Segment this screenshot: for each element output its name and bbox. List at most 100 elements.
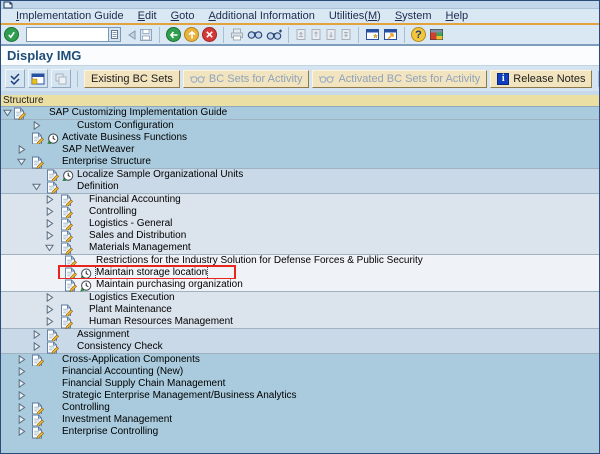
tree-item-label[interactable]: Financial Accounting (89, 194, 181, 206)
last-page-icon[interactable] (340, 28, 352, 41)
tree-row[interactable]: Materials Management (1, 242, 599, 254)
tree-row[interactable]: Enterprise Structure (1, 156, 599, 168)
tree-item-label[interactable]: Investment Management (62, 414, 172, 426)
tree-item-label[interactable]: Strategic Enterprise Management/Business… (62, 390, 297, 402)
tree-item-label[interactable]: Controlling (62, 402, 110, 414)
tree-row[interactable]: Localize Sample Organizational Units (1, 169, 599, 181)
tree-display-icon[interactable] (28, 69, 48, 88)
tree-row[interactable]: Cross-Application Components (1, 354, 599, 366)
tree-item-label[interactable]: SAP Customizing Implementation Guide (49, 107, 227, 119)
tree-item-label[interactable]: Enterprise Structure (62, 156, 151, 168)
find-icon[interactable] (247, 29, 263, 40)
menu-additional-information[interactable]: Additional Information (201, 9, 321, 23)
tree-item-label[interactable]: Maintain storage location (96, 267, 207, 279)
command-input[interactable] (26, 27, 108, 42)
find-next-icon[interactable] (266, 29, 282, 41)
tree-row[interactable]: Controlling (1, 206, 599, 218)
tree-row[interactable]: Consistency Check (1, 341, 599, 353)
tree-row[interactable]: Definition (1, 181, 599, 193)
tree-row[interactable]: Financial Accounting (New) (1, 366, 599, 378)
window-title-strip (1, 1, 599, 9)
button-label: Existing BC Sets (91, 73, 173, 85)
tree-item-label[interactable]: Financial Accounting (New) (62, 366, 183, 378)
menu-system[interactable]: System (388, 9, 439, 23)
menu-implementation-guide[interactable]: Implementation Guide (9, 9, 131, 23)
menu-edit[interactable]: Edit (131, 9, 164, 23)
twisty-closed-icon[interactable] (17, 427, 26, 440)
tree-item-label[interactable]: Plant Maintenance (89, 304, 172, 316)
cancel-icon[interactable] (202, 27, 217, 42)
tree-row[interactable]: Financial Accounting (1, 194, 599, 206)
new-session-icon[interactable] (365, 28, 380, 41)
bc-sets-for-activity-button[interactable]: BC Sets for Activity (183, 70, 310, 88)
tree-row[interactable]: SAP Customizing Implementation Guide (1, 107, 599, 119)
tree-row[interactable]: Restrictions for the Industry Solution f… (1, 255, 599, 267)
separator (288, 27, 289, 43)
first-page-icon[interactable] (295, 28, 307, 41)
tree-item-label[interactable]: Controlling (89, 206, 137, 218)
customize-layout-icon[interactable] (429, 28, 444, 41)
tree-item-label[interactable]: Financial Supply Chain Management (62, 378, 225, 390)
tree-item-label[interactable]: Sales and Distribution (89, 230, 186, 242)
tree-item-label[interactable]: Consistency Check (77, 341, 163, 353)
tree-item-label[interactable]: Custom Configuration (77, 120, 174, 132)
window-control-icon[interactable] (3, 1, 13, 9)
tree-item-label[interactable]: Activate Business Functions (62, 132, 187, 144)
tree-row[interactable]: SAP NetWeaver (1, 144, 599, 156)
existing-bc-sets-button[interactable]: Existing BC Sets (84, 70, 180, 88)
help-icon[interactable]: ? (411, 27, 426, 42)
page-title: Display IMG (7, 48, 81, 63)
tree-row[interactable]: Controlling (1, 402, 599, 414)
tree-item-label[interactable]: Logistics - General (89, 218, 172, 230)
menu-goto[interactable]: Goto (164, 9, 202, 23)
tree-item-label[interactable]: Human Resources Management (89, 316, 233, 328)
tree-item-label[interactable]: Restrictions for the Industry Solution f… (96, 255, 423, 267)
tree-row[interactable]: Investment Management (1, 414, 599, 426)
tree-row[interactable]: Sales and Distribution (1, 230, 599, 242)
separator (598, 71, 599, 87)
exit-icon[interactable] (184, 27, 199, 42)
application-toolbar: Existing BC Sets BC Sets for Activity Ac… (1, 65, 599, 91)
tree-row[interactable]: Financial Supply Chain Management (1, 378, 599, 390)
tree-row[interactable]: Custom Configuration (1, 120, 599, 132)
tree-row[interactable]: Logistics - General (1, 218, 599, 230)
print-icon[interactable] (230, 28, 244, 41)
double-check-icon[interactable] (5, 69, 25, 88)
tree-row[interactable]: Human Resources Management (1, 316, 599, 328)
tree-row[interactable]: Logistics Execution (1, 292, 599, 304)
tree-row[interactable]: Activate Business Functions (1, 132, 599, 144)
enter-icon[interactable] (4, 27, 19, 42)
tree-row[interactable]: Maintain purchasing organization (1, 279, 599, 291)
tree-item-label[interactable]: SAP NetWeaver (62, 144, 134, 156)
back-icon[interactable] (166, 27, 181, 42)
menu-help[interactable]: Help (439, 9, 476, 23)
standard-toolbar: ? (1, 25, 599, 46)
release-notes-button[interactable]: i Release Notes (490, 70, 592, 88)
tree-row[interactable]: Maintain storage location (1, 267, 599, 279)
separator (404, 27, 405, 43)
save-icon[interactable] (139, 28, 153, 42)
tree-row[interactable]: Plant Maintenance (1, 304, 599, 316)
tree-item-label[interactable]: Cross-Application Components (62, 354, 200, 366)
command-dropdown-icon[interactable] (108, 27, 121, 42)
activated-bc-sets-for-activity-button[interactable]: Activated BC Sets for Activity (312, 70, 487, 88)
separator (358, 27, 359, 43)
create-shortcut-icon[interactable] (383, 28, 398, 41)
img-doc-icon[interactable] (31, 426, 44, 443)
command-field-wrap (26, 27, 121, 42)
tree-item-label[interactable]: Logistics Execution (89, 292, 175, 304)
tree-row[interactable]: Assignment (1, 329, 599, 341)
tree-item-label[interactable]: Assignment (77, 329, 129, 341)
hide-command-field-icon[interactable] (128, 30, 136, 40)
previous-page-icon[interactable] (310, 28, 322, 41)
copy-icon[interactable] (51, 69, 71, 88)
tree-item-label[interactable]: Localize Sample Organizational Units (77, 169, 243, 181)
next-page-icon[interactable] (325, 28, 337, 41)
tree-row[interactable]: Enterprise Controlling (1, 426, 599, 438)
tree-item-label[interactable]: Maintain purchasing organization (96, 279, 243, 291)
tree-row[interactable]: Strategic Enterprise Management/Business… (1, 390, 599, 402)
tree-item-label[interactable]: Enterprise Controlling (62, 426, 158, 438)
tree-item-label[interactable]: Definition (77, 181, 119, 193)
menu-utilities[interactable]: Utilities(M) (322, 9, 388, 23)
tree-item-label[interactable]: Materials Management (89, 242, 191, 254)
